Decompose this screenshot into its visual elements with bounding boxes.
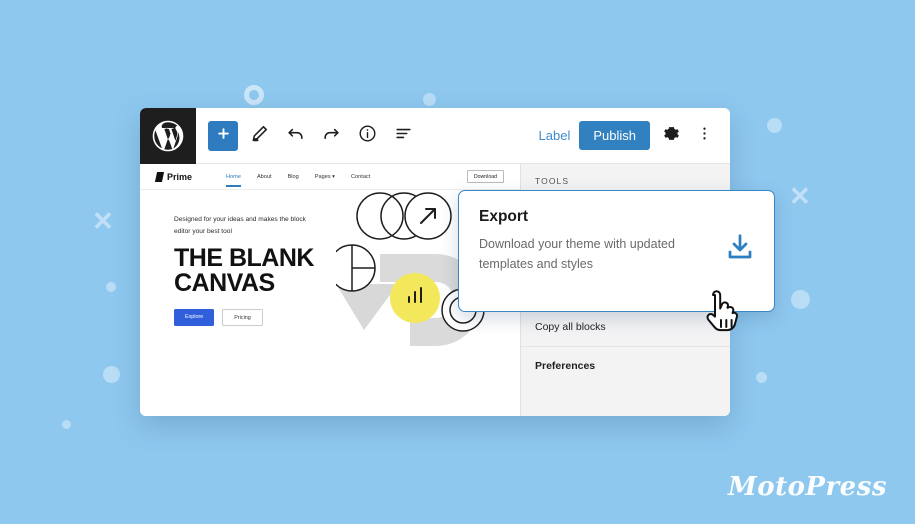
export-title: Export <box>479 208 529 225</box>
export-description: Download your theme with updated templat… <box>479 237 675 272</box>
list-view-icon <box>394 124 413 148</box>
redo-button[interactable] <box>316 121 346 151</box>
edit-tool-button[interactable] <box>244 121 274 151</box>
settings-button[interactable] <box>659 124 683 148</box>
motopress-brand-logo: MotoPress <box>727 472 887 502</box>
background-x-mark: ✕ <box>92 206 114 236</box>
publish-button[interactable]: Publish <box>579 121 650 150</box>
undo-button[interactable] <box>280 121 310 151</box>
site-menu-item-blog[interactable]: Blog <box>288 174 299 180</box>
background-dot <box>767 118 782 133</box>
toolbar-right-tools: Label Publish <box>539 121 730 150</box>
site-logo-text: Prime <box>167 171 193 182</box>
site-menu-item-pages[interactable]: Pages ▾ <box>315 174 335 180</box>
download-icon[interactable] <box>725 232 755 262</box>
site-menu-item-contact[interactable]: Contact <box>351 174 370 180</box>
menu-item-copy-all-blocks[interactable]: Copy all blocks <box>521 307 730 346</box>
site-logo[interactable]: Prime <box>154 171 193 182</box>
pencil-icon <box>250 124 269 148</box>
wordpress-logo[interactable] <box>140 108 196 164</box>
undo-icon <box>286 124 305 148</box>
editor-toolbar: Label Publish <box>140 108 730 164</box>
list-view-button[interactable] <box>388 121 418 151</box>
label-text[interactable]: Label <box>539 128 571 143</box>
site-menu-item-home[interactable]: Home <box>226 174 241 187</box>
more-options-button[interactable] <box>692 124 716 148</box>
background-dot <box>62 420 71 429</box>
logo-mark-icon <box>154 171 165 182</box>
details-button[interactable] <box>352 121 382 151</box>
menu-item-preferences[interactable]: Preferences <box>521 346 730 385</box>
background-x-mark: ✕ <box>789 181 811 211</box>
pointing-hand-cursor <box>700 289 740 334</box>
site-menu-item-about[interactable]: About <box>257 174 272 180</box>
toolbar-left-tools <box>196 120 418 151</box>
pricing-button[interactable]: Pricing <box>222 309 263 327</box>
site-menu: Home About Blog Pages ▾ Contact <box>226 174 370 187</box>
site-navigation-bar: Prime Home About Blog Pages ▾ Contact Do… <box>140 164 520 190</box>
redo-icon <box>322 124 341 148</box>
background-dot <box>103 366 120 383</box>
background-dot <box>756 372 767 383</box>
background-dot <box>106 282 116 292</box>
info-icon <box>358 124 377 148</box>
gear-icon <box>663 125 680 147</box>
hero-tagline: Designed for your ideas and makes the bl… <box>174 216 306 235</box>
background-dot <box>791 290 810 309</box>
three-dots-vertical-icon <box>696 125 713 147</box>
site-download-button[interactable]: Download <box>466 170 504 183</box>
background-ring <box>244 85 264 105</box>
explore-button[interactable]: Explore <box>174 309 215 327</box>
add-block-button[interactable] <box>208 120 238 151</box>
plus-icon <box>216 126 231 146</box>
background-dot <box>423 93 436 106</box>
